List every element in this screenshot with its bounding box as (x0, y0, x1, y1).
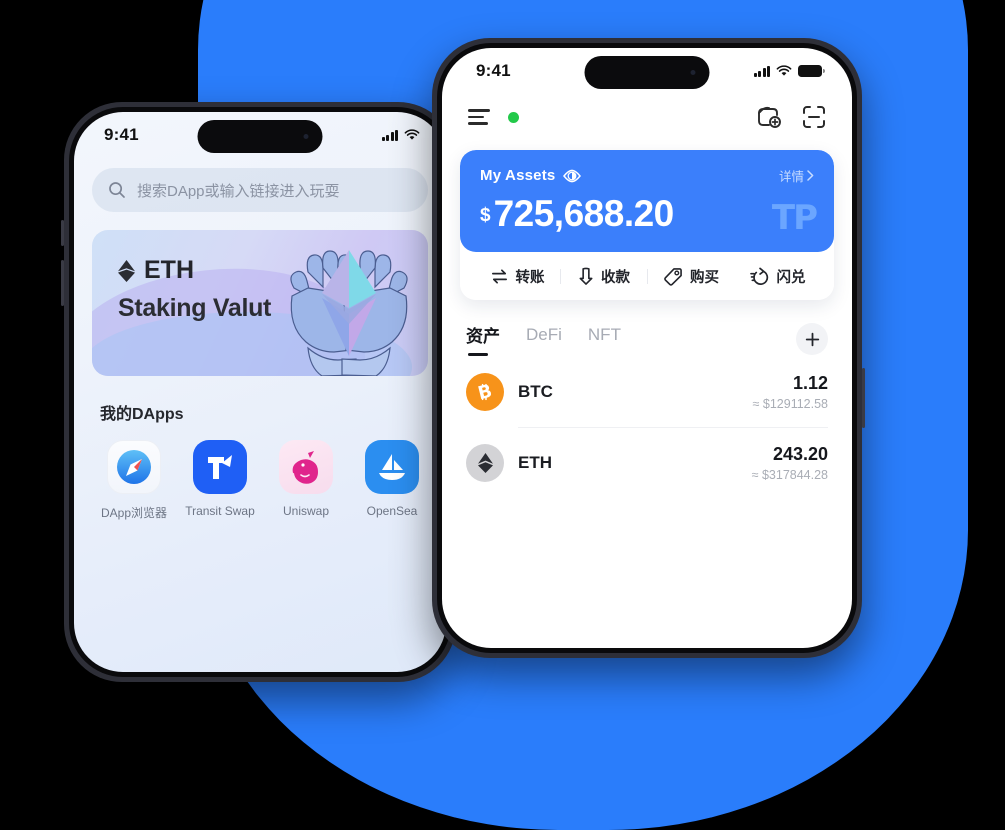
eth-staking-banner[interactable]: ETH Staking Valut (92, 230, 428, 376)
action-buy[interactable]: 购买 (648, 266, 734, 287)
assets-card-title: My Assets (480, 167, 556, 184)
wifi-icon (776, 65, 792, 76)
eye-visible-icon[interactable] (563, 169, 582, 183)
banner-title: Staking Valut (118, 294, 272, 322)
left-statusbar: 9:41 (74, 112, 446, 158)
svg-text:B: B (476, 381, 494, 404)
right-phone-device: 9:41 My Assets 详情 $ 725,688.20 TP 转账 收款 … (432, 38, 865, 658)
banner-chain-label: ETH (144, 256, 194, 284)
tab-nft[interactable]: NFT (588, 325, 621, 354)
right-status-time: 9:41 (476, 61, 511, 80)
my-assets-card[interactable]: My Assets 详情 $ 725,688.20 TP (460, 150, 834, 252)
dapp-item-browser[interactable]: DApp浏览器 (94, 440, 174, 521)
dapp-grid: DApp浏览器 Transit Swap Uniswap OpenSea (74, 424, 446, 521)
dynamic-island (197, 120, 323, 153)
dynamic-island (584, 56, 710, 89)
wifi-icon (404, 129, 420, 140)
action-transfer[interactable]: 转账 (474, 266, 560, 287)
my-dapps-heading: 我的DApps (100, 406, 184, 423)
assets-total-amount: 725,688.20 (493, 193, 675, 234)
banner-chain-row: ETH (118, 256, 428, 285)
compass-icon (107, 440, 161, 494)
left-phone-device: 9:41 搜索DApp或输入链接进入玩耍 ETH Staking Valut 我… (61, 102, 456, 682)
tab-defi[interactable]: DeFi (526, 325, 562, 354)
dapp-label: OpenSea (366, 504, 418, 518)
search-icon (109, 182, 125, 198)
dapp-item-transit-swap[interactable]: Transit Swap (180, 440, 260, 521)
dapp-label: DApp浏览器 (100, 506, 168, 520)
action-label: 购买 (690, 269, 719, 286)
signal-bars-icon (753, 65, 770, 77)
chevron-right-icon (807, 170, 814, 181)
plus-icon (805, 332, 819, 346)
action-flash-swap[interactable]: 闪兑 (734, 266, 820, 287)
transfer-arrows-icon (491, 268, 507, 284)
action-label: 收款 (601, 269, 630, 286)
transit-swap-logo (193, 440, 247, 494)
table-row[interactable]: ETH 243.20 ≈ $317844.28 (466, 427, 828, 498)
flash-swap-icon (749, 267, 768, 285)
action-receive[interactable]: 收款 (561, 266, 647, 287)
dapp-label: Transit Swap (185, 504, 255, 518)
action-label: 转账 (515, 269, 545, 286)
search-input[interactable]: 搜索DApp或输入链接进入玩耍 (137, 180, 340, 201)
assets-currency-symbol: $ (480, 205, 491, 226)
coin-amount: 243.20 (772, 444, 828, 464)
tp-watermark: TP (771, 198, 818, 238)
asset-list: B BTC 1.12 ≈ $129112.58 ETH 243.20 ≈ $31… (442, 356, 852, 498)
dapp-item-uniswap[interactable]: Uniswap (266, 440, 346, 521)
bitcoin-icon: B (466, 373, 504, 411)
dapp-label: Uniswap (282, 504, 330, 518)
ethereum-diamond-icon (118, 259, 135, 282)
wallet-add-icon[interactable] (756, 105, 782, 129)
add-token-button[interactable] (796, 323, 828, 355)
coin-amount: 1.12 (792, 373, 828, 393)
dapp-search-bar[interactable]: 搜索DApp或输入链接进入玩耍 (92, 168, 428, 212)
scan-qr-icon[interactable] (802, 105, 826, 129)
right-statusbar: 9:41 (442, 48, 852, 94)
network-status-dot[interactable] (508, 111, 519, 123)
quick-actions-row: 转账 收款 购买 闪兑 (460, 252, 834, 300)
asset-tabs: 资产 DeFi NFT (442, 300, 852, 356)
hamburger-menu-icon[interactable] (468, 109, 490, 125)
volume-up-button[interactable] (61, 220, 64, 246)
coin-symbol: BTC (518, 382, 553, 401)
price-tag-icon (664, 267, 682, 286)
left-phone-screen: 9:41 搜索DApp或输入链接进入玩耍 ETH Staking Valut 我… (74, 112, 446, 672)
left-status-time: 9:41 (104, 125, 139, 144)
table-row[interactable]: B BTC 1.12 ≈ $129112.58 (466, 356, 828, 427)
coin-symbol: ETH (518, 453, 552, 472)
coin-fiat-value: ≈ $317844.28 (751, 468, 828, 482)
signal-bars-icon (381, 129, 398, 141)
tab-assets[interactable]: 资产 (466, 322, 500, 356)
power-button[interactable] (862, 368, 865, 428)
ethereum-icon (466, 444, 504, 482)
assets-detail-label: 详情 (778, 170, 804, 184)
volume-down-button[interactable] (61, 260, 64, 306)
right-phone-screen: 9:41 My Assets 详情 $ 725,688.20 TP 转账 收款 … (442, 48, 852, 648)
arrow-down-receive-icon (579, 267, 593, 285)
assets-detail-link[interactable]: 详情 (779, 166, 814, 185)
sailboat-icon (365, 440, 419, 494)
coin-fiat-value: ≈ $129112.58 (752, 397, 828, 411)
unicorn-icon (279, 440, 333, 494)
wallet-topbar (442, 94, 852, 140)
dapp-item-opensea[interactable]: OpenSea (352, 440, 432, 521)
battery-icon (798, 65, 825, 77)
assets-card-container: My Assets 详情 $ 725,688.20 TP 转账 收款 购买 闪兑 (460, 150, 834, 300)
action-label: 闪兑 (776, 269, 806, 286)
